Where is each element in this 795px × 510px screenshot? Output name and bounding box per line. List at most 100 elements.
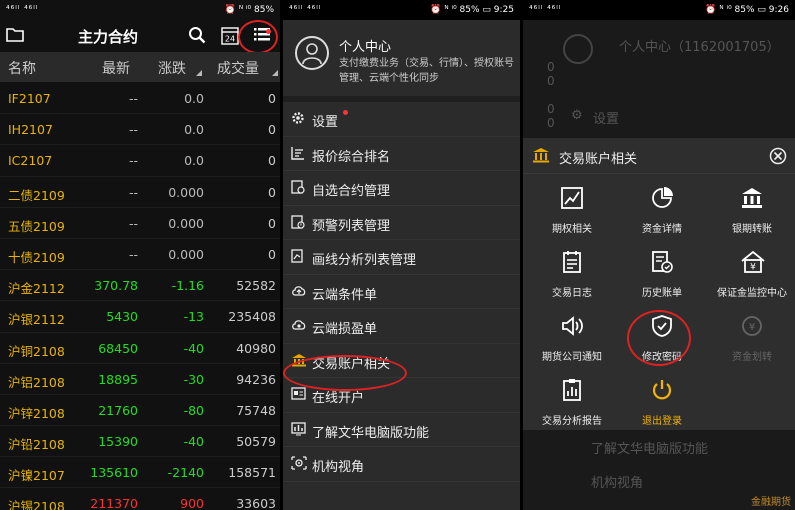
- menu-item-1[interactable]: 报价综合排名: [283, 137, 520, 171]
- menu-item-9[interactable]: 了解文华电脑版功能: [283, 413, 520, 447]
- svg-text:24: 24: [225, 35, 235, 44]
- table-row[interactable]: IF2107 -- 0.0 0: [0, 83, 280, 115]
- table-row[interactable]: 沪铅2108 15390 -40 50579: [0, 426, 280, 458]
- battery-status: ⏰ ᴺ ⁱ⁰ 85% ▭ 9:26: [705, 5, 789, 15]
- account-item-1[interactable]: 资金详情: [617, 178, 707, 242]
- menu-item-4[interactable]: 画线分析列表管理: [283, 240, 520, 275]
- table-row[interactable]: 沪铜2108 68450 -40 40980: [0, 333, 280, 364]
- id-card-icon: [291, 387, 306, 404]
- menu-item-10[interactable]: 机构视角: [283, 447, 520, 482]
- cloud-order-icon: [291, 284, 307, 302]
- menu-item-3[interactable]: 预警列表管理: [283, 206, 520, 240]
- bg-values: 0000: [547, 60, 555, 130]
- last-price: 370.78: [94, 278, 138, 294]
- bg-profile-name: 个人中心（1162001705）: [619, 40, 780, 55]
- price-change: 0.000: [168, 246, 204, 262]
- calendar-24-icon[interactable]: 24: [221, 25, 239, 49]
- table-row[interactable]: 沪镍2107 135610 -2140 158571: [0, 457, 280, 489]
- table-row[interactable]: 二债2109 -- 0.000 0: [0, 177, 280, 208]
- highlight-circle: [627, 310, 691, 366]
- volume: 158571: [228, 465, 276, 481]
- contract-name: 沪银2112: [8, 312, 65, 328]
- close-icon[interactable]: [769, 147, 787, 169]
- volume: 0: [268, 122, 276, 138]
- log-icon: [560, 250, 584, 278]
- last-price: --: [128, 215, 138, 231]
- highlight-circle: [283, 355, 407, 391]
- price-change: 0.0: [184, 91, 204, 106]
- battery-status: ⏰ ᴺ ⁱ⁰ 85%: [224, 5, 274, 15]
- last-price: 15390: [98, 434, 138, 450]
- table-row[interactable]: IC2107 -- 0.0 0: [0, 145, 280, 177]
- table-row[interactable]: 沪金2112 370.78 -1.16 52582: [0, 270, 280, 302]
- account-item-10[interactable]: 退出登录: [617, 370, 707, 434]
- menu-item-5[interactable]: 云端条件单: [283, 275, 520, 309]
- bg-settings: 设置: [593, 112, 620, 127]
- col-last[interactable]: 最新: [102, 58, 130, 78]
- volume: 235408: [228, 309, 276, 325]
- contract-name: IH2107: [8, 122, 53, 138]
- menu-item-label: 自选合约管理: [312, 184, 391, 199]
- price-change: 0.000: [168, 215, 204, 231]
- menu-item-label: 画线分析列表管理: [312, 253, 417, 268]
- price-change: -2140: [167, 465, 204, 481]
- col-volume[interactable]: 成交量: [217, 58, 259, 78]
- menu-item-label: 云端条件单: [312, 287, 378, 303]
- contract-name: 沪铅2108: [8, 437, 65, 453]
- col-change[interactable]: 涨跌: [158, 58, 186, 78]
- menu-item-label: 了解文华电脑版功能: [312, 425, 430, 441]
- volume: 50579: [236, 434, 276, 450]
- price-change: -40: [183, 340, 204, 356]
- account-item-2[interactable]: 银期转账: [707, 178, 795, 242]
- battery-status: ⏰ ᴺ ⁱ⁰ 85% ▭ 9:25: [430, 5, 514, 15]
- table-row[interactable]: 十债2109 -- 0.000 0: [0, 239, 280, 271]
- contract-name: 沪金2112: [8, 281, 65, 297]
- menu-list: 设置 报价综合排名 自选合约管理 预警列表管理 画线分析列表管理 云端条件单 云端损盈单 交易…: [283, 102, 520, 482]
- folder-icon[interactable]: [6, 26, 24, 46]
- profile-desc: 支付缴费业务（交易、行情）、授权账号管理、云端个性化同步: [339, 58, 514, 84]
- status-bar: ⁴⁶ˡˡ ⁴⁶ˡˡ ⏰ ᴺ ⁱ⁰ 85%: [0, 0, 280, 20]
- table-row[interactable]: IH2107 -- 0.0 0: [0, 114, 280, 146]
- account-item-0[interactable]: 期权相关: [527, 178, 617, 242]
- account-item-9[interactable]: 交易分析报告: [527, 370, 617, 434]
- table-row[interactable]: 沪银2112 5430 -13 235408: [0, 301, 280, 333]
- quotes-table: IF2107 -- 0.0 0 IH2107 -- 0.0 0 IC2107 -- 0.0 0 二债21…: [0, 83, 280, 510]
- signal-status: ⁴⁶ˡˡ ⁴⁶ˡˡ: [529, 5, 562, 15]
- account-item-8[interactable]: ¥ 资金划转: [707, 306, 795, 370]
- price-change: 0.0: [184, 122, 204, 138]
- last-price: --: [128, 184, 138, 200]
- contract-name: 沪锡2108: [8, 499, 65, 510]
- menu-item-2[interactable]: 自选合约管理: [283, 171, 520, 206]
- account-item-3[interactable]: 交易日志: [527, 242, 617, 306]
- last-price: 135610: [90, 465, 138, 481]
- menu-item-6[interactable]: 云端损盈单: [283, 309, 520, 344]
- bg-item-inst: 机构视角: [591, 476, 644, 491]
- table-row[interactable]: 沪锡2108 211370 900 33603: [0, 488, 280, 510]
- volume: 75748: [236, 402, 276, 418]
- quotes-panel: ⁴⁶ˡˡ ⁴⁶ˡˡ ⏰ ᴺ ⁱ⁰ 85% 主力合约 24 名称 最新 涨跌 成交…: [0, 0, 280, 510]
- speaker-icon: [560, 314, 584, 342]
- table-row[interactable]: 沪锌2108 21760 -80 75748: [0, 395, 280, 427]
- volume: 0: [268, 91, 276, 106]
- table-row[interactable]: 五债2109 -- 0.000 0: [0, 208, 280, 239]
- table-row[interactable]: 沪铝2108 18895 -30 94236: [0, 364, 280, 395]
- bill-history-icon: [650, 250, 674, 278]
- profile-name: 个人中心: [339, 40, 392, 55]
- account-item-label: 资金详情: [642, 224, 682, 235]
- search-icon[interactable]: [188, 26, 206, 48]
- status-bar: ⁴⁶ˡˡ ⁴⁶ˡˡ ⏰ ᴺ ⁱ⁰ 85% ▭ 9:26: [523, 0, 795, 20]
- account-item-5[interactable]: ¥ 保证金监控中心: [707, 242, 795, 306]
- menu-item-0[interactable]: 设置: [283, 102, 520, 137]
- eye-icon: [291, 456, 307, 474]
- profile-section[interactable]: 个人中心 支付缴费业务（交易、行情）、授权账号管理、云端个性化同步: [283, 20, 520, 96]
- highlight-circle: [238, 20, 278, 54]
- account-item-6[interactable]: 期货公司通知: [527, 306, 617, 370]
- account-item-4[interactable]: 历史账单: [617, 242, 707, 306]
- chart-board-icon: [291, 421, 306, 440]
- volume: 33603: [236, 496, 276, 510]
- last-price: 211370: [90, 496, 138, 510]
- page-title: 主力合约: [78, 27, 139, 46]
- contract-name: 沪铜2108: [8, 343, 65, 359]
- col-name[interactable]: 名称: [8, 58, 36, 78]
- contract-name: 二债2109: [8, 187, 65, 203]
